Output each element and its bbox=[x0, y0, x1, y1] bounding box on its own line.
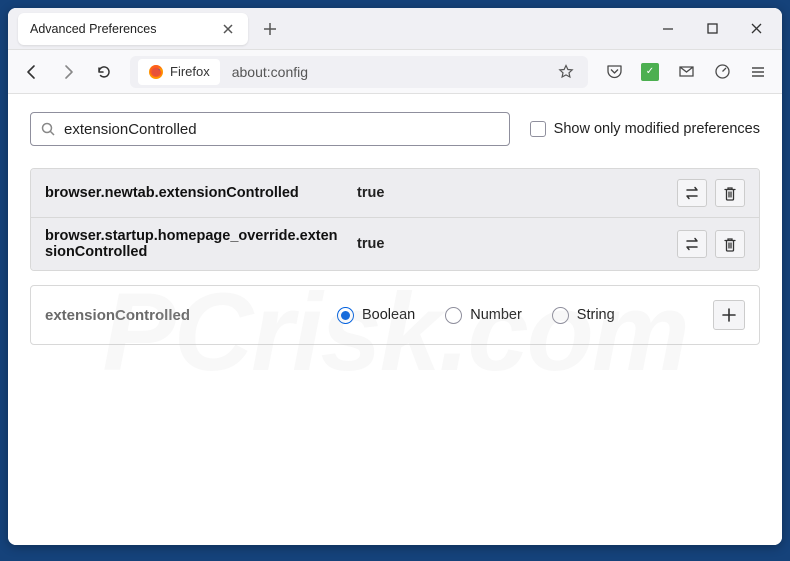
preference-value: true bbox=[357, 236, 665, 252]
extension-icon: ✓ bbox=[641, 63, 659, 81]
dashboard-button[interactable] bbox=[706, 56, 738, 88]
add-preference-name: extensionControlled bbox=[45, 307, 325, 324]
search-input[interactable] bbox=[64, 121, 499, 138]
preference-actions bbox=[677, 230, 745, 258]
url-bar[interactable]: Firefox bbox=[130, 56, 588, 88]
radio-string[interactable]: String bbox=[552, 307, 615, 324]
pocket-button[interactable] bbox=[598, 56, 630, 88]
close-tab-icon[interactable] bbox=[220, 21, 236, 37]
toggle-button[interactable] bbox=[677, 179, 707, 207]
tab-title: Advanced Preferences bbox=[30, 22, 210, 36]
preference-row[interactable]: browser.startup.homepage_override.extens… bbox=[31, 217, 759, 270]
search-box[interactable] bbox=[30, 112, 510, 146]
minimize-button[interactable] bbox=[646, 9, 690, 49]
modified-only-checkbox-row[interactable]: Show only modified preferences bbox=[530, 121, 760, 137]
firefox-icon bbox=[148, 64, 164, 80]
browser-tab[interactable]: Advanced Preferences bbox=[18, 13, 248, 45]
identity-label: Firefox bbox=[170, 64, 210, 79]
radio-number[interactable]: Number bbox=[445, 307, 522, 324]
toggle-icon bbox=[684, 237, 700, 251]
navigation-toolbar: Firefox ✓ bbox=[8, 50, 782, 94]
preference-value: true bbox=[357, 185, 665, 201]
reload-button[interactable] bbox=[88, 56, 120, 88]
forward-button[interactable] bbox=[52, 56, 84, 88]
radio-label: Number bbox=[470, 307, 522, 323]
maximize-button[interactable] bbox=[690, 9, 734, 49]
preference-name: browser.startup.homepage_override.extens… bbox=[45, 228, 345, 260]
mail-button[interactable] bbox=[670, 56, 702, 88]
extension-button[interactable]: ✓ bbox=[634, 56, 666, 88]
preference-row[interactable]: browser.newtab.extensionControlled true bbox=[31, 169, 759, 217]
toggle-button[interactable] bbox=[677, 230, 707, 258]
browser-window: Advanced Preferences bbox=[8, 8, 782, 545]
radio-label: String bbox=[577, 307, 615, 323]
url-input[interactable] bbox=[226, 64, 546, 80]
delete-button[interactable] bbox=[715, 230, 745, 258]
close-window-button[interactable] bbox=[734, 9, 778, 49]
preferences-table: browser.newtab.extensionControlled true … bbox=[30, 168, 760, 271]
search-row: Show only modified preferences bbox=[30, 112, 760, 146]
plus-icon bbox=[722, 308, 736, 322]
add-button[interactable] bbox=[713, 300, 745, 330]
window-controls bbox=[646, 9, 778, 49]
modified-only-checkbox[interactable] bbox=[530, 121, 546, 137]
radio-label: Boolean bbox=[362, 307, 415, 323]
trash-icon bbox=[723, 186, 737, 201]
toggle-icon bbox=[684, 186, 700, 200]
identity-box[interactable]: Firefox bbox=[138, 59, 220, 85]
radio-input[interactable] bbox=[445, 307, 462, 324]
titlebar: Advanced Preferences bbox=[8, 8, 782, 50]
delete-button[interactable] bbox=[715, 179, 745, 207]
bookmark-star-icon[interactable] bbox=[552, 58, 580, 86]
add-preference-row: extensionControlled Boolean Number Strin… bbox=[30, 285, 760, 345]
about-config-content: PCrisk.com Show only modified preference… bbox=[8, 94, 782, 545]
modified-only-label: Show only modified preferences bbox=[554, 121, 760, 137]
type-radio-group: Boolean Number String bbox=[337, 307, 701, 324]
trash-icon bbox=[723, 237, 737, 252]
back-button[interactable] bbox=[16, 56, 48, 88]
preference-name: browser.newtab.extensionControlled bbox=[45, 185, 345, 201]
radio-input[interactable] bbox=[552, 307, 569, 324]
new-tab-button[interactable] bbox=[256, 15, 284, 43]
radio-input[interactable] bbox=[337, 307, 354, 324]
search-icon bbox=[41, 122, 56, 137]
radio-boolean[interactable]: Boolean bbox=[337, 307, 415, 324]
preference-actions bbox=[677, 179, 745, 207]
menu-button[interactable] bbox=[742, 56, 774, 88]
